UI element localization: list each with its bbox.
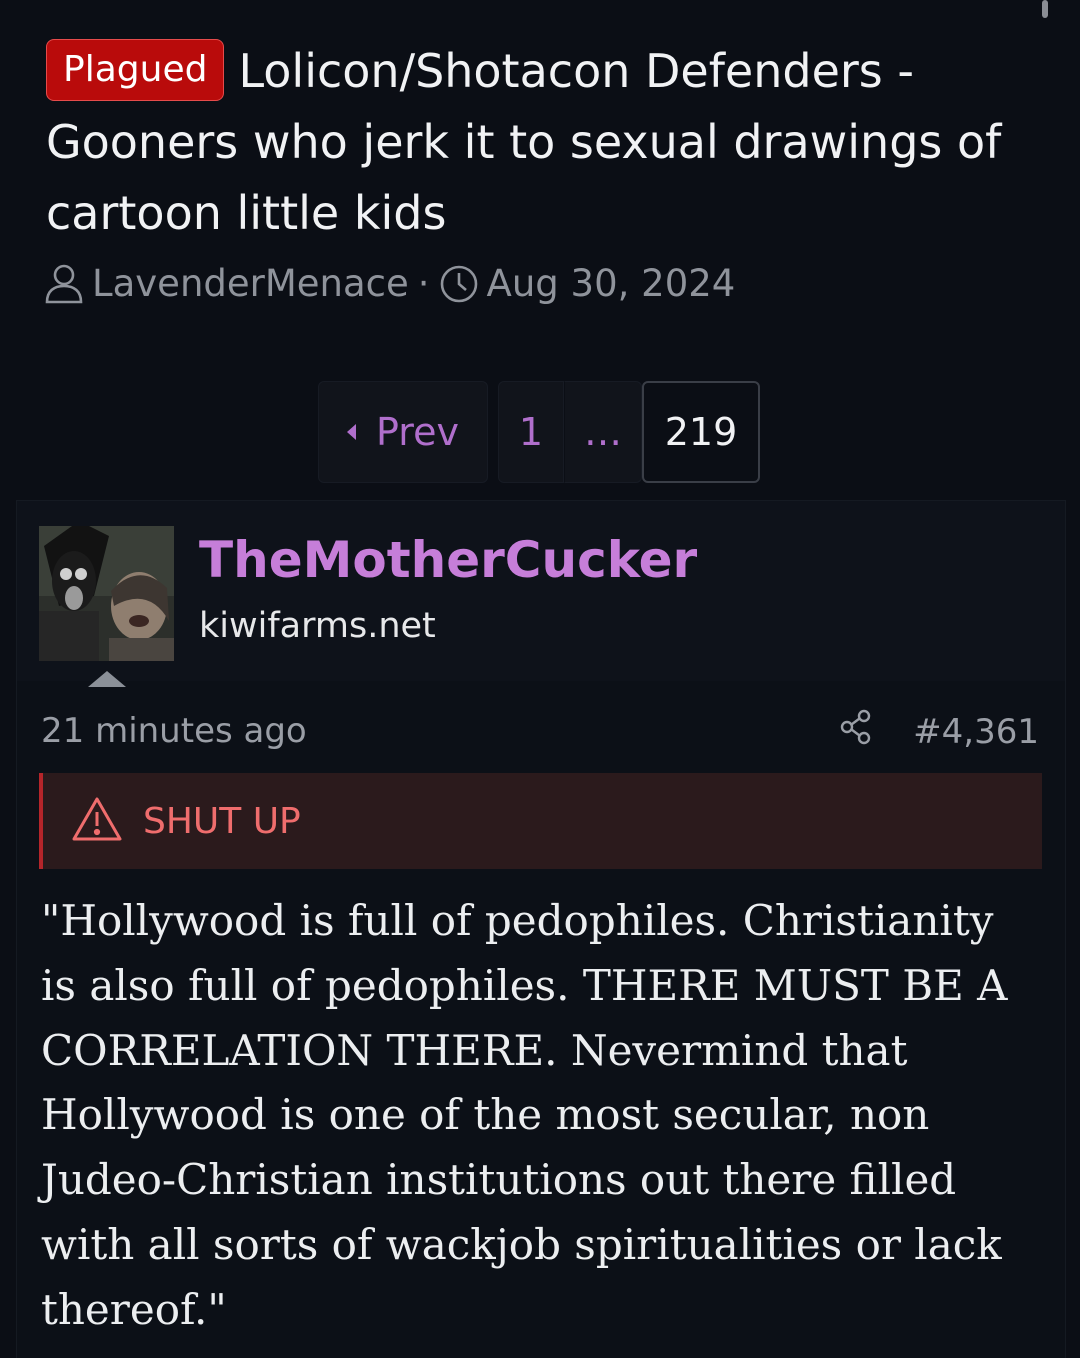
pagination: Prev 1 … 219 bbox=[318, 381, 760, 485]
thread-author[interactable]: LavenderMenace bbox=[92, 262, 409, 305]
chevron-left-icon bbox=[347, 424, 357, 440]
prev-page-button[interactable]: Prev bbox=[318, 381, 488, 483]
user-icon bbox=[44, 263, 84, 305]
avatar[interactable] bbox=[39, 526, 174, 661]
user-title: kiwifarms.net bbox=[199, 606, 436, 646]
post-time[interactable]: 21 minutes ago bbox=[41, 711, 307, 751]
post-actions: #4,361 bbox=[839, 709, 1039, 754]
post-user-block: TheMotherCucker kiwifarms.net bbox=[17, 501, 1065, 687]
clock-icon bbox=[439, 264, 479, 304]
current-page-button[interactable]: 219 bbox=[642, 381, 760, 483]
post-number-link[interactable]: #4,361 bbox=[913, 712, 1039, 752]
warning-icon bbox=[71, 796, 123, 846]
meta-separator: · bbox=[417, 262, 430, 305]
share-icon[interactable] bbox=[839, 709, 873, 754]
scrollbar-thumb[interactable] bbox=[1042, 0, 1048, 18]
thread-meta: LavenderMenace · Aug 30, 2024 bbox=[44, 262, 735, 305]
page-jump-button[interactable]: … bbox=[564, 381, 642, 483]
thread-date[interactable]: Aug 30, 2024 bbox=[487, 262, 736, 305]
page-1-button[interactable]: 1 bbox=[498, 381, 564, 483]
thread-title: Plagued Lolicon/Shotacon Defenders - Goon… bbox=[46, 36, 1036, 249]
username[interactable]: TheMotherCucker bbox=[199, 531, 697, 589]
caret-up-icon[interactable] bbox=[88, 671, 126, 687]
spoiler-label: SHUT UP bbox=[143, 800, 301, 842]
spoiler-toggle[interactable]: SHUT UP bbox=[39, 773, 1042, 869]
thread-header: Plagued Lolicon/Shotacon Defenders - Goon… bbox=[46, 36, 1036, 249]
post: TheMotherCucker kiwifarms.net 21 minutes… bbox=[16, 500, 1066, 1358]
thread-prefix-badge[interactable]: Plagued bbox=[46, 39, 225, 101]
post-body: "Hollywood is full of pedophiles. Christ… bbox=[41, 896, 1008, 1334]
prev-page-label: Prev bbox=[376, 410, 459, 454]
